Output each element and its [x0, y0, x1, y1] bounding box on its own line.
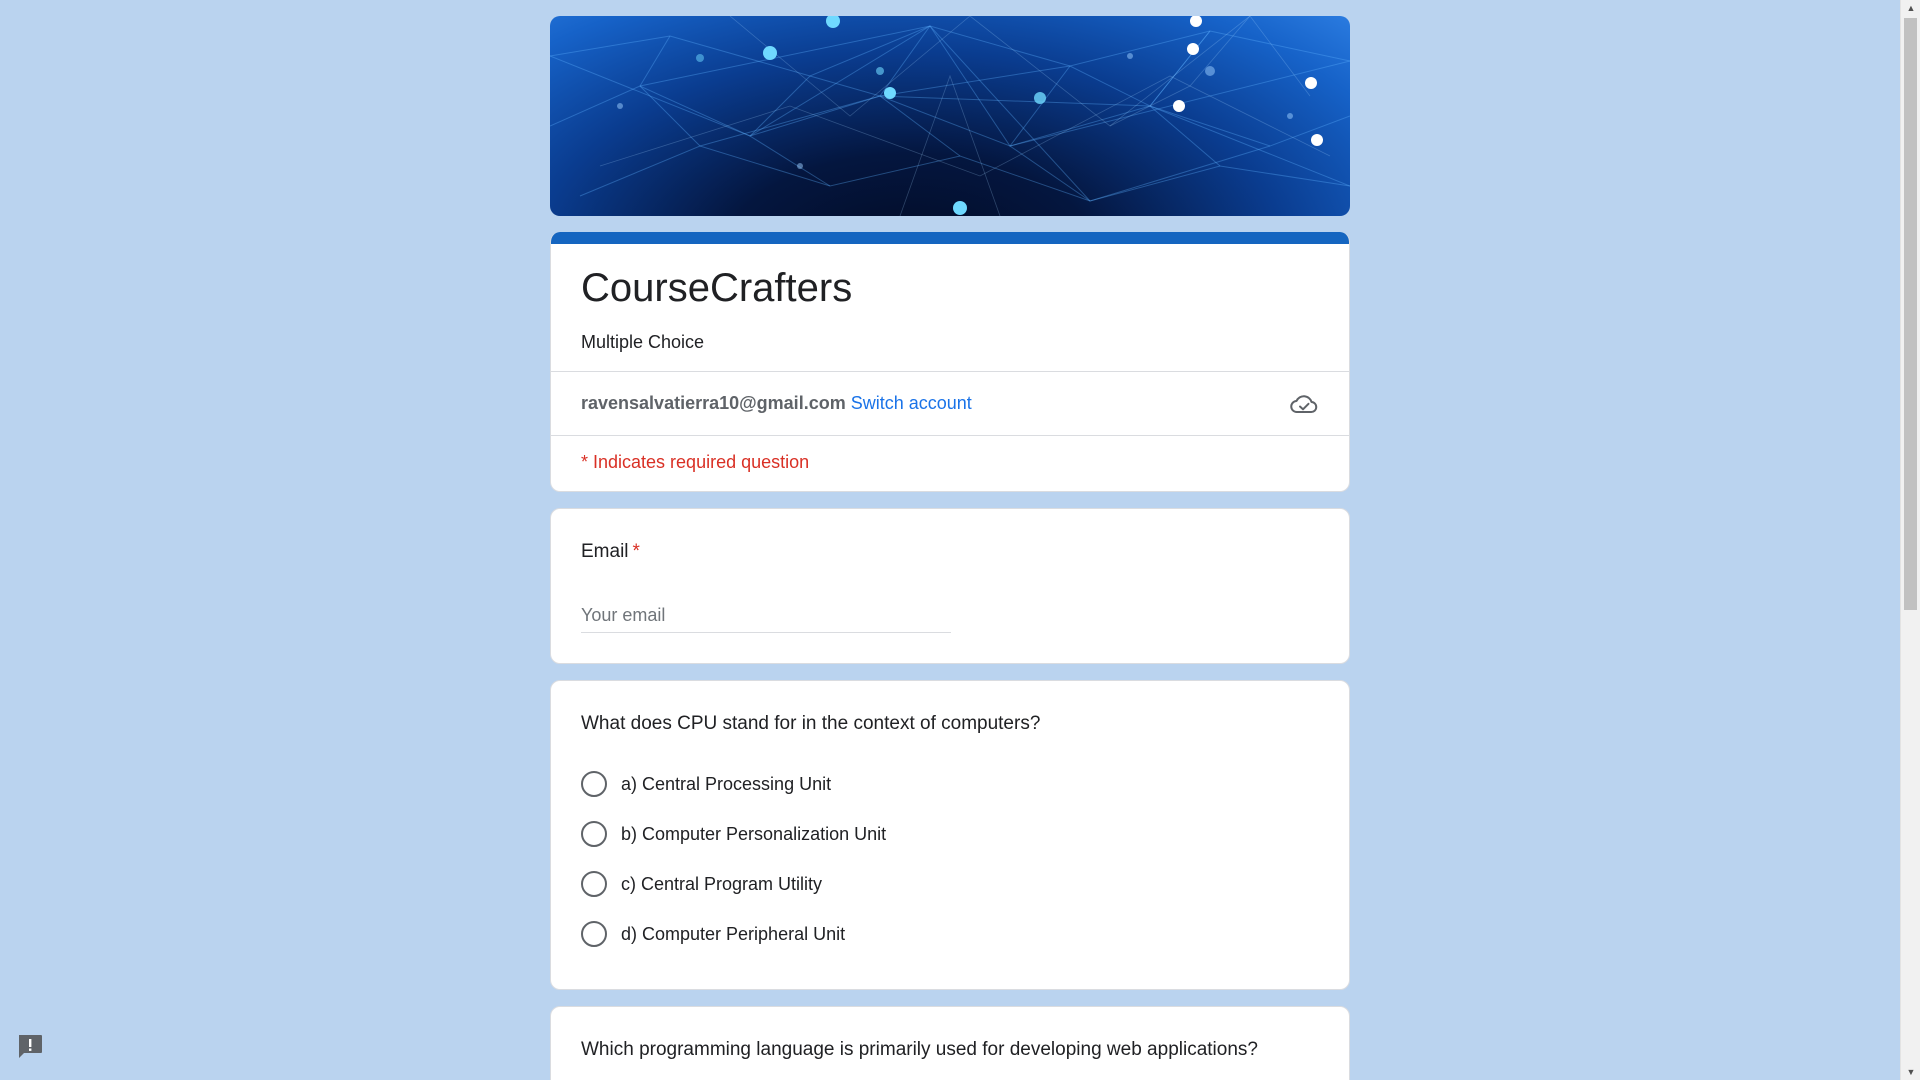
radio-button[interactable]	[581, 821, 607, 847]
language-question-card: Which programming language is primarily …	[550, 1006, 1350, 1080]
radio-button[interactable]	[581, 921, 607, 947]
header-banner-image	[550, 16, 1350, 216]
account-row: ravensalvatierra10@gmail.com Switch acco…	[551, 372, 1349, 436]
question-title: Email *	[581, 539, 1319, 565]
report-problem-icon[interactable]	[16, 1032, 44, 1060]
account-email: ravensalvatierra10@gmail.com	[581, 393, 846, 413]
option-b[interactable]: b) Computer Personalization Unit	[581, 809, 1319, 859]
cpu-question-card: What does CPU stand for in the context o…	[550, 680, 1350, 990]
email-question-label: Email	[581, 541, 629, 562]
option-a[interactable]: a) Central Processing Unit	[581, 759, 1319, 809]
required-question-note: * Indicates required question	[581, 452, 810, 472]
option-label: b) Computer Personalization Unit	[621, 823, 887, 844]
scrollbar-thumb[interactable]	[1904, 18, 1917, 610]
form-title: CourseCrafters	[581, 266, 853, 310]
form-description: Multiple Choice	[581, 332, 705, 352]
email-question-card: Email *	[550, 508, 1350, 664]
title-block: CourseCrafters Multiple Choice	[551, 244, 1349, 372]
network-illustration	[550, 16, 1350, 216]
option-label: d) Computer Peripheral Unit	[621, 923, 846, 944]
email-input[interactable]	[581, 601, 951, 633]
question-title: What does CPU stand for in the context o…	[581, 713, 1041, 734]
accent-bar	[551, 232, 1349, 244]
radio-button[interactable]	[581, 871, 607, 897]
option-label: c) Central Program Utility	[621, 873, 823, 894]
required-asterisk: *	[632, 541, 640, 562]
option-d[interactable]: d) Computer Peripheral Unit	[581, 909, 1319, 959]
form-column: CourseCrafters Multiple Choice ravensalv…	[550, 16, 1350, 1080]
radio-button[interactable]	[581, 771, 607, 797]
cloud-saved-icon[interactable]	[1289, 389, 1319, 419]
form-header-card: CourseCrafters Multiple Choice ravensalv…	[550, 232, 1350, 492]
option-label: a) Central Processing Unit	[621, 773, 832, 794]
switch-account-link[interactable]: Switch account	[851, 393, 972, 414]
options-group: a) Central Processing Unit b) Computer P…	[581, 759, 1319, 959]
option-c[interactable]: c) Central Program Utility	[581, 859, 1319, 909]
page: CourseCrafters Multiple Choice ravensalv…	[0, 0, 1920, 1080]
scroll-down-arrow-icon[interactable]: ▼	[1901, 1064, 1920, 1080]
vertical-scrollbar[interactable]: ▲ ▼	[1900, 0, 1920, 1080]
question-title: Which programming language is primarily …	[581, 1039, 1258, 1060]
scroll-up-arrow-icon[interactable]: ▲	[1901, 0, 1920, 16]
